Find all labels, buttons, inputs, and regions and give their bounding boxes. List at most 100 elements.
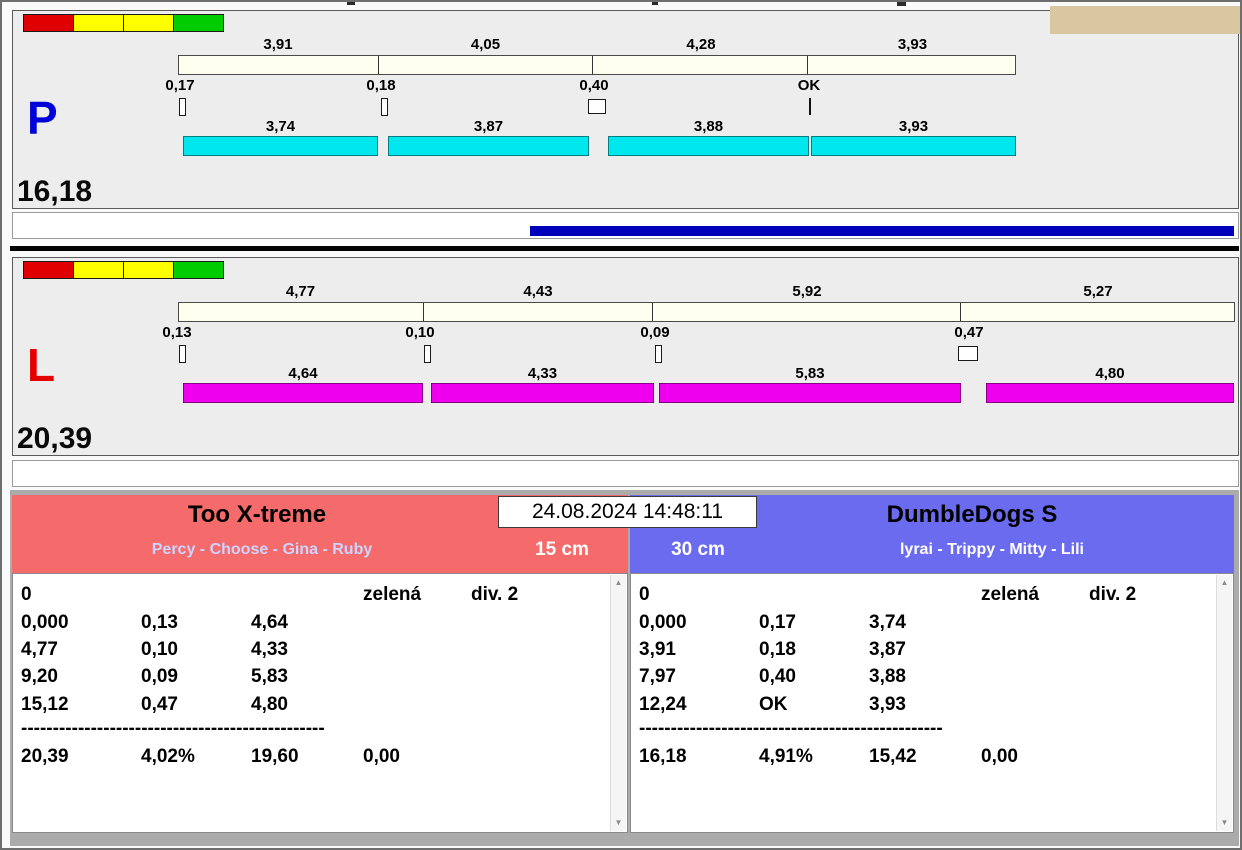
l-progress-strip xyxy=(12,460,1239,487)
p-lane-letter: P xyxy=(27,92,58,144)
p-change-time-4: OK xyxy=(797,77,821,94)
table-row: 7,97 0,40 3,88 xyxy=(631,665,1233,689)
p-dog-bar-3 xyxy=(608,136,809,156)
l-split-segment-2 xyxy=(424,303,654,321)
start-light-yellow-1 xyxy=(73,14,124,32)
l-change-indicator-1 xyxy=(179,345,186,363)
p-change-time-2: 0,18 xyxy=(366,77,396,94)
p-progress-bar xyxy=(530,226,1234,236)
lane-separator xyxy=(10,246,1239,251)
l-split-segment-4 xyxy=(961,303,1234,321)
left-jump-height: 15 cm xyxy=(535,539,589,560)
p-split-track xyxy=(178,55,1016,75)
p-dog-time-4: 3,93 xyxy=(898,118,929,135)
l-change-indicator-3 xyxy=(655,345,662,363)
cell: 9,20 xyxy=(21,666,58,687)
l-total-time: 20,39 xyxy=(17,422,93,455)
table-row: 15,12 0,47 4,80 xyxy=(13,693,627,717)
cell: 0,10 xyxy=(141,639,178,660)
p-total-time: 16,18 xyxy=(17,175,93,208)
right-total-percent: 4,91% xyxy=(759,746,813,767)
right-division: div. 2 xyxy=(1089,584,1137,605)
l-change-time-1: 0,13 xyxy=(162,324,192,341)
table-totals-row: 20,39 4,02% 19,60 0,00 xyxy=(13,745,627,769)
l-dog-time-1: 4,64 xyxy=(288,365,318,382)
cell: 3,91 xyxy=(639,639,676,660)
scroll-down-icon[interactable]: ▼ xyxy=(1217,815,1232,831)
l-split-time-2: 4,43 xyxy=(523,283,553,300)
left-total-percent: 4,02% xyxy=(141,746,195,767)
l-change-time-2: 0,10 xyxy=(405,324,435,341)
right-table-scrollbar[interactable]: ▲ ▼ xyxy=(1216,575,1232,831)
cell: 4,77 xyxy=(21,639,58,660)
p-split-time-4: 3,93 xyxy=(897,36,928,53)
table-row: 0 zelená div. 2 xyxy=(631,583,1233,607)
right-run-number: 0 xyxy=(639,584,650,605)
cell: 12,24 xyxy=(639,694,687,715)
start-light-green xyxy=(173,261,224,279)
l-change-time-4: 0,47 xyxy=(954,324,984,341)
l-start-lights xyxy=(23,261,224,279)
l-change-time-3: 0,09 xyxy=(640,324,670,341)
table-row: 0,000 0,13 4,64 xyxy=(13,611,627,635)
left-division: div. 2 xyxy=(471,584,519,605)
p-progress-strip xyxy=(12,212,1239,239)
l-split-segment-3 xyxy=(653,303,961,321)
start-light-red xyxy=(23,261,74,279)
p-dog-bar-1 xyxy=(183,136,378,156)
l-dog-time-2: 4,33 xyxy=(527,365,558,382)
p-split-segment-4 xyxy=(808,56,1015,74)
table-separator-row: ----------------------------------------… xyxy=(13,717,627,741)
left-team-dogs: Percy - Choose - Gina - Ruby xyxy=(151,541,373,558)
scroll-up-icon[interactable]: ▲ xyxy=(611,575,626,591)
l-dog-time-4: 4,80 xyxy=(1095,365,1125,382)
window-edge-artifact xyxy=(347,2,355,5)
left-total-time: 20,39 xyxy=(21,746,69,767)
cell: 0,47 xyxy=(141,694,178,715)
l-change-indicator-4 xyxy=(958,346,978,361)
l-dog-bar-2 xyxy=(431,383,654,403)
p-change-indicator-3 xyxy=(588,99,606,114)
scroll-down-icon[interactable]: ▼ xyxy=(611,815,626,831)
table-row: 0,000 0,17 3,74 xyxy=(631,611,1233,635)
scroll-up-icon[interactable]: ▲ xyxy=(1217,575,1232,591)
right-status: zelená xyxy=(981,584,1040,605)
right-penalty: 0,00 xyxy=(981,746,1018,767)
left-net-time: 19,60 xyxy=(251,746,299,767)
cell: 3,87 xyxy=(869,639,906,660)
lane-p-panel: 3,91 4,05 4,28 3,93 0,17 0,18 0,40 OK P … xyxy=(12,10,1239,209)
p-dog-bar-4 xyxy=(811,136,1016,156)
p-dog-time-1: 3,74 xyxy=(265,118,296,135)
start-light-yellow-1 xyxy=(73,261,124,279)
cell: OK xyxy=(759,694,788,715)
cell: 0,40 xyxy=(759,666,796,687)
right-total-time: 16,18 xyxy=(639,746,687,767)
start-light-yellow-2 xyxy=(123,261,174,279)
table-separator-row: ----------------------------------------… xyxy=(631,717,1233,741)
cell: 5,83 xyxy=(251,666,288,687)
l-split-time-4: 5,27 xyxy=(1083,283,1113,300)
cell: 4,80 xyxy=(251,694,288,715)
l-dog-bar-3 xyxy=(659,383,961,403)
table-totals-row: 16,18 4,91% 15,42 0,00 xyxy=(631,745,1233,769)
p-split-time-2: 4,05 xyxy=(470,36,501,53)
p-split-time-1: 3,91 xyxy=(263,36,293,53)
right-net-time: 15,42 xyxy=(869,746,917,767)
left-team-name: Too X-treme xyxy=(187,501,327,528)
p-change-indicator-2 xyxy=(381,98,388,116)
cell: 0,17 xyxy=(759,612,796,633)
p-split-segment-3 xyxy=(593,56,809,74)
left-table-scrollbar[interactable]: ▲ ▼ xyxy=(610,575,626,831)
start-light-yellow-2 xyxy=(123,14,174,32)
l-split-time-1: 4,77 xyxy=(285,283,316,300)
cell: 0,18 xyxy=(759,639,796,660)
p-split-segment-2 xyxy=(379,56,593,74)
cell: 0,000 xyxy=(639,612,687,633)
start-light-green xyxy=(173,14,224,32)
cell: 3,74 xyxy=(869,612,906,633)
cell: 3,93 xyxy=(869,694,906,715)
flyball-timer-window: 3,91 4,05 4,28 3,93 0,17 0,18 0,40 OK P … xyxy=(0,0,1242,850)
p-split-segment-1 xyxy=(179,56,379,74)
l-dog-bar-4 xyxy=(986,383,1234,403)
right-team-dogs: lyrai - Trippy - Mitty - Lili xyxy=(899,541,1084,558)
